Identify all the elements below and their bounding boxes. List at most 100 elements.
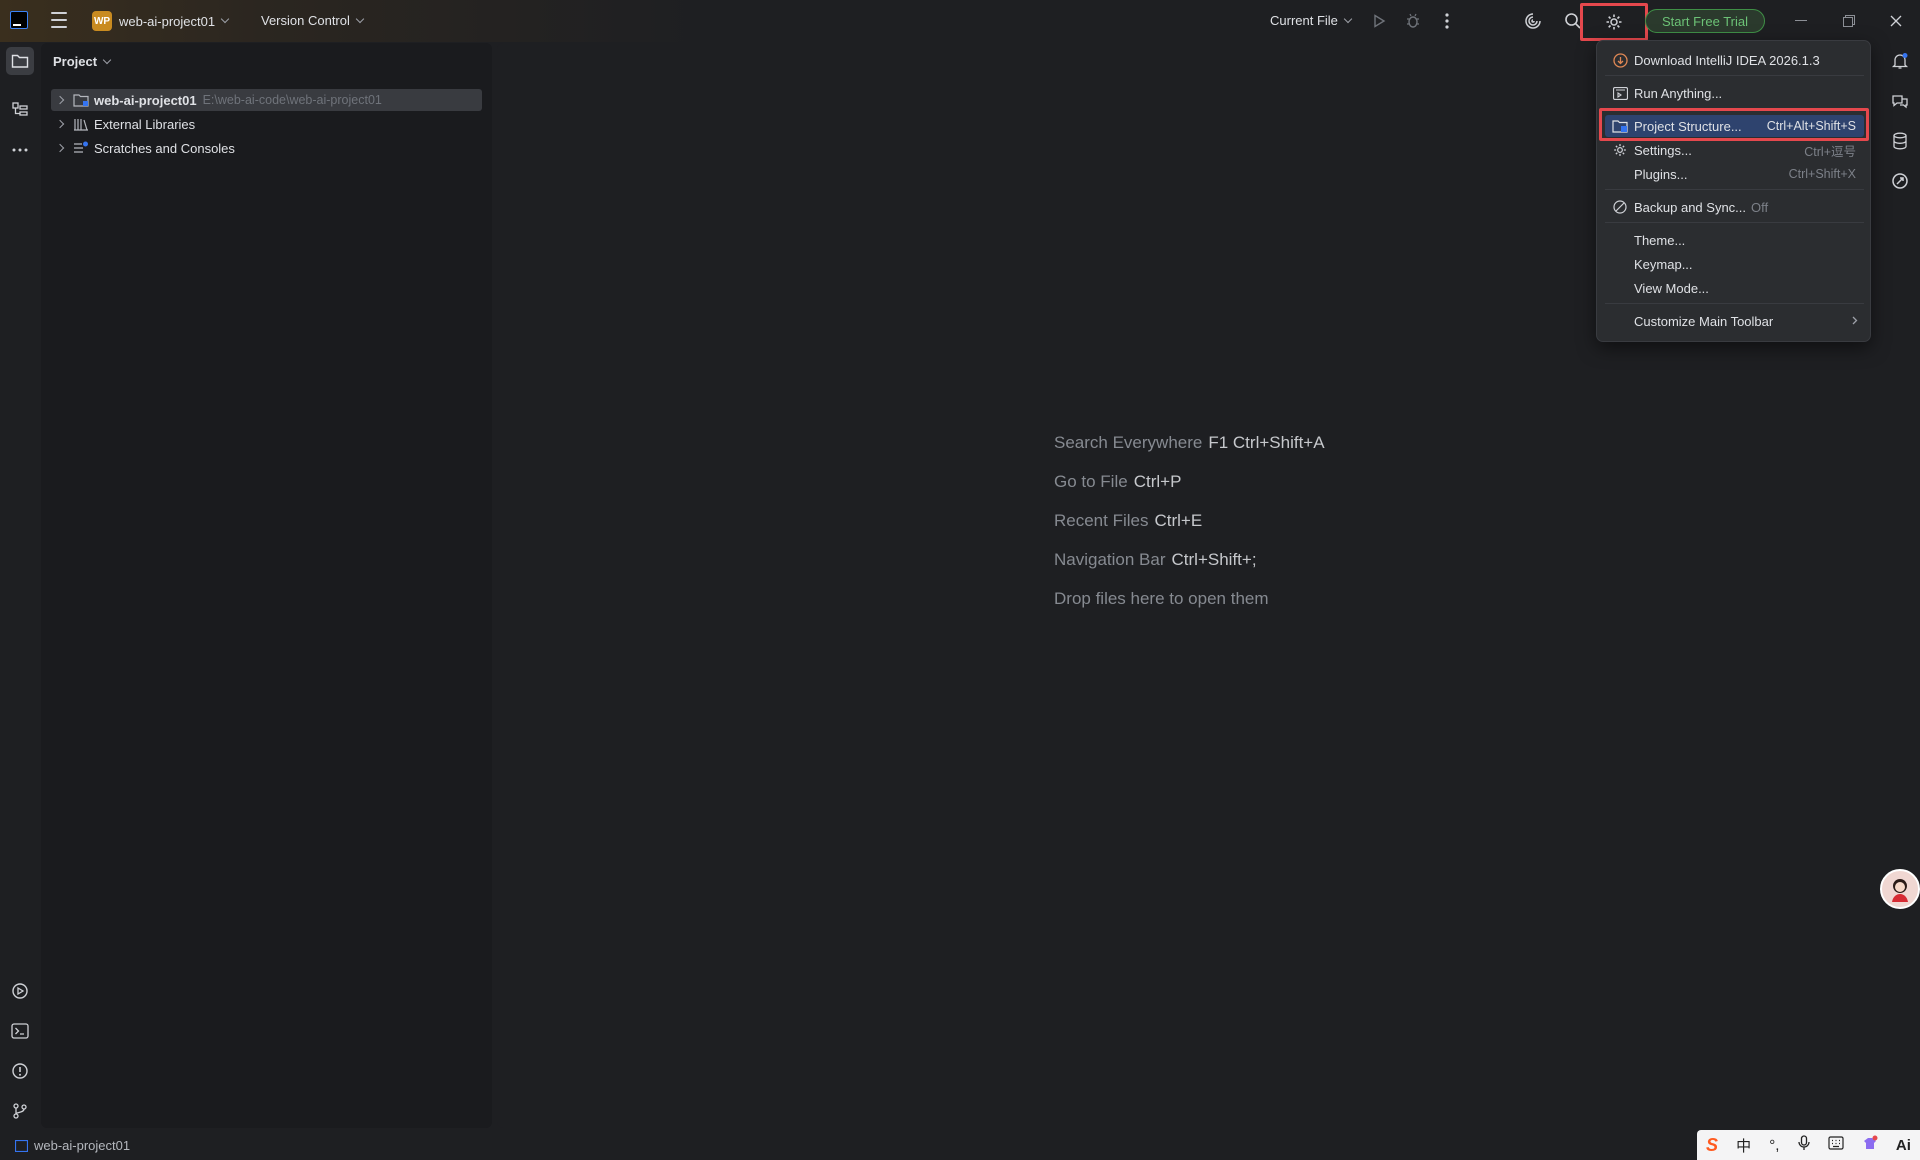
more-tools-icon[interactable]	[6, 136, 34, 164]
menu-item-project-structure[interactable]: Project Structure... Ctrl+Alt+Shift+S	[1605, 115, 1864, 137]
menu-item-run-anything[interactable]: Run Anything...	[1605, 82, 1864, 104]
ime-ai[interactable]: Ai	[1896, 1137, 1911, 1154]
run-config-selector[interactable]: Current File	[1270, 13, 1353, 28]
left-tool-strip	[0, 42, 40, 1122]
expand-arrow-icon[interactable]	[55, 95, 65, 105]
chevron-down-icon	[1343, 14, 1353, 23]
settings-gear-button[interactable]	[1580, 3, 1648, 41]
close-icon[interactable]	[1885, 10, 1907, 32]
vcs-label: Version Control	[261, 13, 350, 28]
problems-icon[interactable]	[6, 1057, 34, 1085]
debug-icon[interactable]	[1399, 7, 1427, 35]
project-selector[interactable]: WP web-ai-project01	[92, 11, 230, 31]
ai-chat-icon[interactable]	[1888, 89, 1912, 113]
sogou-logo-icon[interactable]: S	[1706, 1135, 1718, 1156]
microphone-icon[interactable]	[1797, 1135, 1810, 1155]
backup-sync-status: Off	[1751, 199, 1769, 215]
ai-assistant-icon[interactable]	[1519, 7, 1547, 35]
menu-separator	[1605, 108, 1864, 109]
avatar[interactable]	[1880, 869, 1920, 909]
project-tool-icon[interactable]	[6, 47, 34, 75]
project-panel: Project web-ai-project01 E:\web-ai-code\…	[41, 43, 492, 1128]
status-project-label: web-ai-project01	[34, 1138, 131, 1153]
menu-item-keymap[interactable]: Keymap...	[1605, 253, 1864, 275]
tree-item-label: web-ai-project01	[94, 92, 197, 108]
menu-item-label: Customize Main Toolbar	[1634, 313, 1774, 329]
library-icon	[73, 117, 89, 131]
no-sync-icon	[1612, 199, 1628, 215]
menu-item-view-mode[interactable]: View Mode...	[1605, 277, 1864, 299]
expand-arrow-icon[interactable]	[55, 143, 65, 153]
menu-item-label: Backup and Sync...	[1634, 199, 1747, 215]
restore-icon[interactable]	[1838, 10, 1860, 32]
keyboard-icon[interactable]	[1828, 1136, 1844, 1154]
vcs-selector[interactable]: Version Control	[261, 13, 365, 28]
ime-punctuation[interactable]: °,	[1769, 1137, 1779, 1154]
menu-item-label: View Mode...	[1634, 280, 1709, 296]
status-project-breadcrumb[interactable]: web-ai-project01	[15, 1138, 130, 1153]
hint-shortcut: Ctrl+E	[1154, 511, 1203, 530]
hint-label: Drop files here to open them	[1054, 589, 1269, 608]
scratches-icon	[73, 141, 89, 155]
title-bar: WP web-ai-project01 Version Control Curr…	[0, 0, 1920, 42]
expand-arrow-icon[interactable]	[55, 119, 65, 129]
hint-search-everywhere: Search Everywhere F1 Ctrl+Shift+A	[1054, 433, 1325, 453]
gear-icon	[1612, 142, 1628, 158]
skin-icon[interactable]	[1862, 1135, 1878, 1155]
right-tool-strip	[1880, 42, 1920, 1122]
hint-label: Navigation Bar	[1054, 550, 1166, 569]
tree-item-external-libraries[interactable]: External Libraries	[51, 113, 482, 135]
more-actions-icon[interactable]	[1433, 7, 1461, 35]
gear-icon	[1606, 14, 1622, 30]
panel-title: Project	[53, 54, 98, 69]
database-icon[interactable]	[1888, 129, 1912, 153]
project-view-selector[interactable]: Project	[53, 54, 112, 69]
menu-item-theme[interactable]: Theme...	[1605, 229, 1864, 251]
hint-label: Recent Files	[1054, 511, 1149, 530]
menu-item-label: Theme...	[1634, 232, 1686, 248]
copilot-icon[interactable]	[1888, 169, 1912, 193]
structure-tool-icon[interactable]	[6, 96, 34, 124]
project-name: web-ai-project01	[119, 13, 216, 29]
menu-separator	[1605, 189, 1864, 190]
main-menu-icon[interactable]	[50, 12, 68, 28]
notifications-icon[interactable]	[1888, 49, 1912, 73]
menu-item-label: Plugins...	[1634, 166, 1688, 182]
hint-label: Search Everywhere	[1054, 433, 1203, 452]
menu-item-shortcut: Ctrl+逗号	[1804, 144, 1856, 159]
minimize-icon[interactable]	[1790, 10, 1812, 32]
chevron-down-icon	[102, 55, 112, 64]
settings-menu: Download IntelliJ IDEA 2026.1.3 Run Anyt…	[1596, 40, 1871, 342]
hint-label: Go to File	[1054, 472, 1128, 491]
menu-separator	[1605, 222, 1864, 223]
run-icon[interactable]	[1365, 7, 1393, 35]
menu-item-customize-toolbar[interactable]: Customize Main Toolbar	[1605, 310, 1864, 332]
hint-navigation-bar: Navigation Bar Ctrl+Shift+;	[1054, 550, 1257, 570]
menu-item-backup-sync[interactable]: Backup and Sync... Off	[1605, 196, 1864, 218]
hint-shortcut: Ctrl+Shift+;	[1171, 550, 1257, 569]
chevron-right-icon	[1852, 314, 1858, 328]
menu-item-download[interactable]: Download IntelliJ IDEA 2026.1.3	[1605, 49, 1864, 71]
menu-item-label: Download IntelliJ IDEA 2026.1.3	[1634, 52, 1820, 68]
run-tool-icon[interactable]	[6, 977, 34, 1005]
tree-item-scratches[interactable]: Scratches and Consoles	[51, 137, 482, 159]
chevron-down-icon	[220, 14, 230, 24]
intellij-logo-icon[interactable]	[10, 11, 28, 29]
menu-item-settings[interactable]: Settings... Ctrl+逗号	[1605, 139, 1864, 161]
tree-item-path: E:\web-ai-code\web-ai-project01	[202, 93, 382, 107]
menu-item-plugins[interactable]: Plugins... Ctrl+Shift+X	[1605, 163, 1864, 185]
git-branch-icon[interactable]	[6, 1097, 34, 1125]
hint-drop-files: Drop files here to open them	[1054, 589, 1269, 609]
terminal-icon[interactable]	[6, 1017, 34, 1045]
run-config-label: Current File	[1270, 13, 1338, 28]
menu-separator	[1605, 303, 1864, 304]
project-structure-icon	[1612, 118, 1628, 134]
tree-item-project-root[interactable]: web-ai-project01 E:\web-ai-code\web-ai-p…	[51, 89, 482, 111]
menu-item-label: Run Anything...	[1634, 85, 1723, 101]
module-folder-icon	[73, 93, 89, 107]
download-icon	[1612, 52, 1628, 68]
menu-separator	[1605, 75, 1864, 76]
ime-chinese-mode[interactable]: 中	[1736, 1135, 1751, 1156]
hint-go-to-file: Go to File Ctrl+P	[1054, 472, 1181, 492]
start-free-trial-button[interactable]: Start Free Trial	[1645, 9, 1765, 33]
